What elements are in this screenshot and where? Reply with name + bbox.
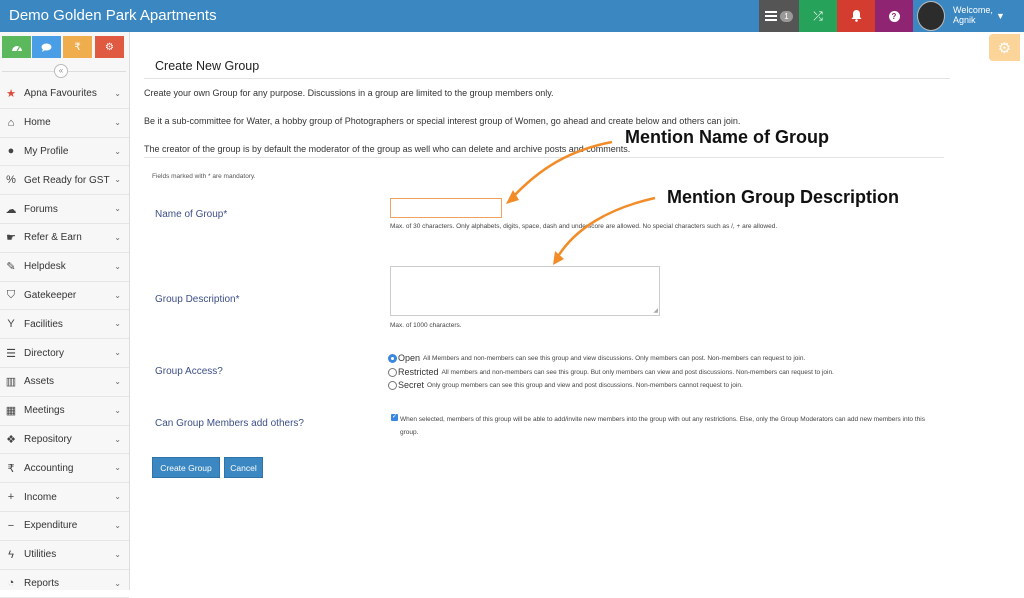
annotation-description: Mention Group Description (667, 187, 899, 207)
annotation-arrows (506, 140, 656, 265)
arrow-to-name-field (511, 140, 613, 199)
arrow-to-description-field (555, 196, 656, 259)
annotation-name: Mention Name of Group (625, 127, 829, 147)
arrow-head (553, 251, 564, 265)
